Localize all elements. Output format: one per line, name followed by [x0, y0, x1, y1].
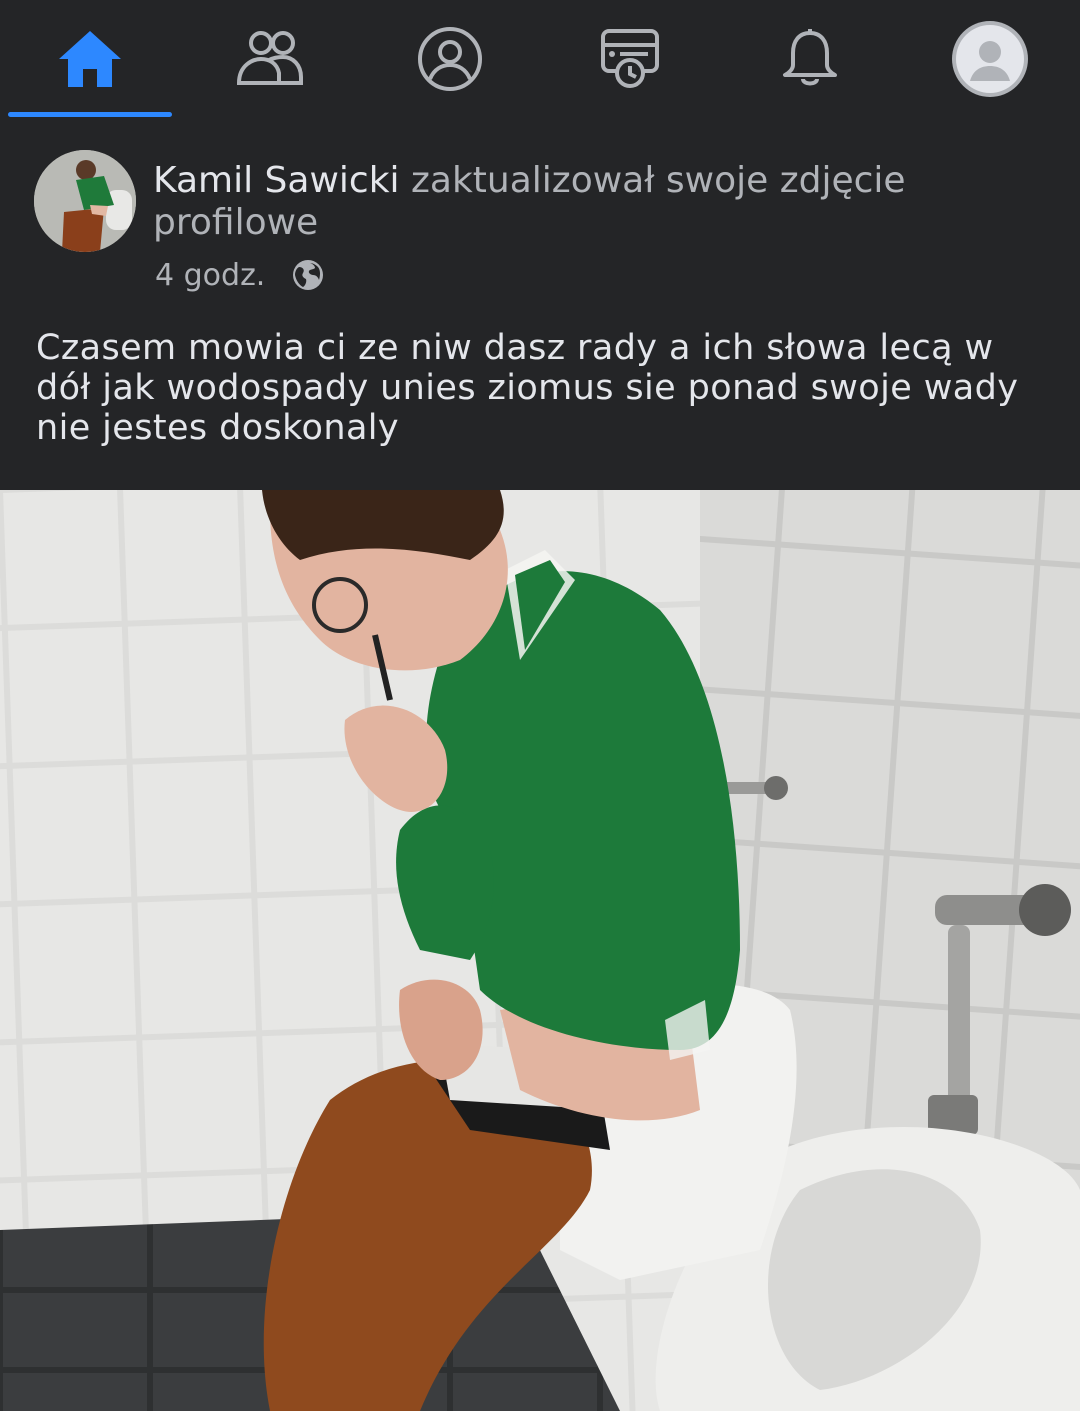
nav-tab-notifications[interactable] [720, 0, 900, 118]
nav-tab-friends[interactable] [180, 0, 360, 118]
post-body-text: Czasem mowia ci ze niw dasz rady a ich s… [36, 328, 1019, 448]
nav-tab-home[interactable] [0, 0, 180, 118]
nav-tab-menu[interactable] [900, 0, 1080, 118]
top-navigation-bar [0, 0, 1080, 118]
home-icon [59, 31, 121, 87]
bell-icon [783, 29, 837, 86]
nav-tab-profile[interactable] [360, 0, 540, 118]
post-timestamp[interactable]: 4 godz. [155, 258, 265, 293]
news-feed-icon [601, 29, 659, 88]
post-photo[interactable] [0, 490, 1080, 1411]
active-tab-indicator [8, 112, 172, 117]
avatar-icon [952, 21, 1028, 97]
author-avatar[interactable] [34, 150, 136, 252]
post-meta: 4 godz. [155, 255, 325, 295]
nav-tab-feeds[interactable] [540, 0, 720, 118]
post-card: Kamil Sawicki zaktualizował swoje zdjęci… [0, 118, 1080, 490]
friends-icon [236, 31, 303, 85]
globe-icon [291, 258, 325, 292]
profile-icon [418, 27, 482, 91]
post-header-text: Kamil Sawicki zaktualizował swoje zdjęci… [153, 160, 1033, 244]
author-name-link[interactable]: Kamil Sawicki [153, 160, 400, 201]
